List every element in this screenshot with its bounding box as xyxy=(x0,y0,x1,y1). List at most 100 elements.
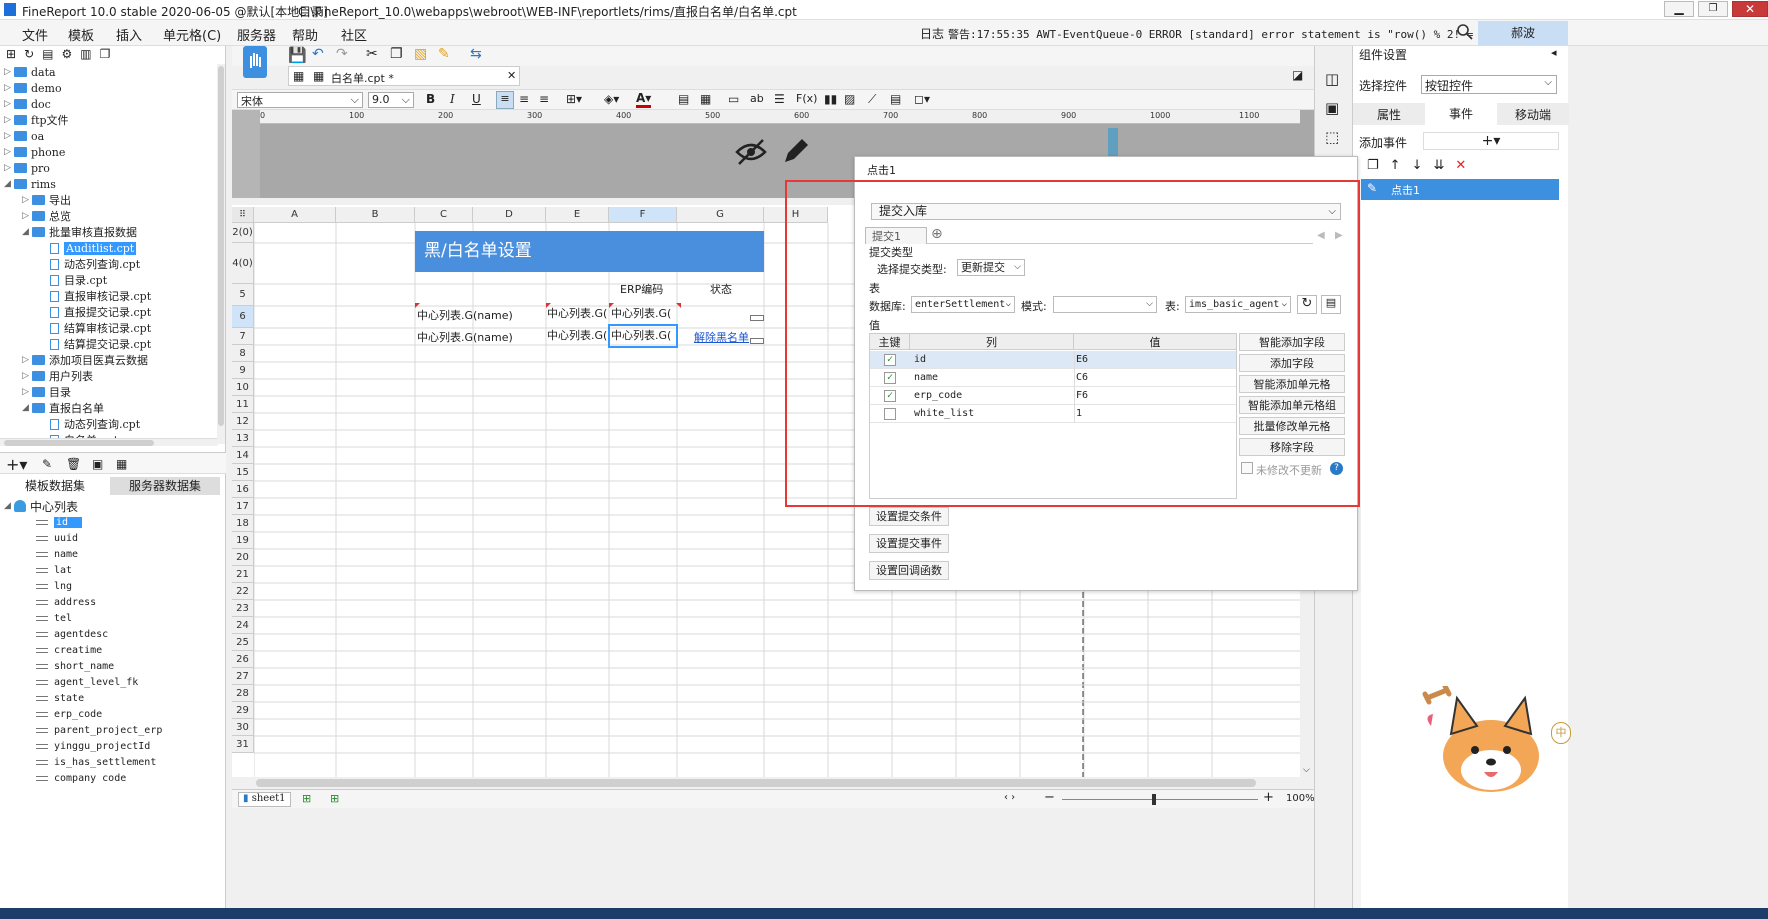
settings-icon[interactable]: ⚙ xyxy=(61,47,72,61)
dataset-field[interactable]: short_name xyxy=(36,658,114,674)
image-icon[interactable]: ▨ xyxy=(844,92,855,106)
copy-icon[interactable]: ❐ xyxy=(100,47,111,61)
tree-item[interactable]: Auditlist.cpt xyxy=(40,240,137,256)
preview-dataset-icon[interactable]: ▣ xyxy=(92,457,103,471)
format-painter-icon[interactable]: ✎ xyxy=(438,46,450,62)
tree-item[interactable]: 动态列查询.cpt xyxy=(40,256,140,272)
expand-icon[interactable]: ▷ xyxy=(22,355,32,365)
tab-server-dataset[interactable]: 服务器数据集 xyxy=(110,477,220,495)
dataset-field[interactable]: tel xyxy=(36,610,72,626)
add-event-button[interactable]: +▾ xyxy=(1423,132,1559,150)
close-window-button[interactable]: ✕ xyxy=(1732,1,1768,17)
swap-icon[interactable]: ⇆ xyxy=(470,46,482,62)
dataset-field[interactable]: agentdesc xyxy=(36,626,108,642)
cell-e6[interactable]: 中心列表.G(id) xyxy=(547,327,607,343)
align-center-icon[interactable]: ≡ xyxy=(519,92,529,106)
dataset-settings-icon[interactable]: ▦ xyxy=(116,457,127,471)
sheet-tab[interactable]: ▮ sheet1 xyxy=(238,792,291,807)
tree-item[interactable]: ▷ ftp文件 xyxy=(4,112,69,128)
expand-icon[interactable]: ▷ xyxy=(4,99,14,109)
paste-icon[interactable]: ▧ xyxy=(414,46,427,62)
row-header[interactable]: 28 xyxy=(232,685,254,702)
text-icon[interactable]: ab xyxy=(750,92,764,105)
control-type-select[interactable]: 按钮控件 ⌵ xyxy=(1421,75,1557,94)
italic-icon[interactable]: I xyxy=(450,92,455,106)
expand-icon[interactable]: ▷ xyxy=(4,83,14,93)
dataset-field[interactable]: lat xyxy=(36,562,72,578)
tree-item[interactable]: 直报审核记录.cpt xyxy=(40,288,151,304)
select-all-corner[interactable]: ⠿ xyxy=(232,207,254,223)
unblock-link-cell[interactable]: 解除黑名单 xyxy=(694,329,749,345)
collapse-icon[interactable]: ◢ xyxy=(4,179,14,189)
redo-icon[interactable]: ↷ xyxy=(336,46,348,62)
copy-event-icon[interactable]: ❐ xyxy=(1367,158,1379,173)
expand-icon[interactable]: ▷ xyxy=(22,387,32,397)
tree-item[interactable]: ▷ 导出 xyxy=(22,192,71,208)
row-header[interactable]: 19 xyxy=(232,532,254,549)
formula-icon[interactable]: F(x) xyxy=(796,92,817,105)
row-header[interactable]: 7 xyxy=(232,328,254,345)
chinese-input-icon[interactable]: 中 xyxy=(1551,722,1571,744)
dataset-root[interactable]: ◢ 中心列表 xyxy=(4,498,78,514)
text-field-icon[interactable]: ▭ xyxy=(728,92,739,106)
prev-sheet-icon[interactable]: ‹ › xyxy=(1004,792,1015,803)
zoom-slider[interactable] xyxy=(1062,799,1258,800)
zoom-slider-thumb[interactable] xyxy=(1152,794,1156,805)
tree-item[interactable]: 直报提交记录.cpt xyxy=(40,304,151,320)
dataset-field[interactable]: parent_project_erp xyxy=(36,722,162,738)
row-header[interactable]: 16 xyxy=(232,481,254,498)
tree-item[interactable]: ◢ rims xyxy=(4,176,56,192)
grid-hscrollbar[interactable] xyxy=(254,777,1314,789)
event-item[interactable]: ✎ 点击1 xyxy=(1361,179,1559,200)
menu-community[interactable]: 社区 xyxy=(341,25,367,44)
row-header[interactable]: 17 xyxy=(232,498,254,515)
tree-item[interactable]: ◢ 直报白名单 xyxy=(22,400,104,416)
panel-menu-icon[interactable]: ◂ xyxy=(1551,46,1557,59)
zoom-in-icon[interactable]: + xyxy=(1263,790,1274,805)
cell-c5[interactable]: 中心列表.G(name) xyxy=(417,307,542,323)
tree-item[interactable]: ▷ phone xyxy=(4,144,65,160)
sub-report-icon[interactable]: ▤ xyxy=(890,92,901,106)
row-header[interactable]: 12 xyxy=(232,413,254,430)
status-header-cell[interactable]: 状态 xyxy=(710,281,732,297)
zoom-out-icon[interactable]: − xyxy=(1044,790,1055,805)
tab-mobile[interactable]: 移动端 xyxy=(1497,106,1569,123)
add-sheet-icon[interactable]: ⊞ xyxy=(302,792,311,805)
tree-item[interactable]: ▷ oa xyxy=(4,128,44,144)
tree-item[interactable]: 目录.cpt xyxy=(40,272,107,288)
search-icon[interactable] xyxy=(1456,23,1474,41)
close-tab-icon[interactable]: ✕ xyxy=(507,69,516,82)
row-header[interactable]: 23 xyxy=(232,600,254,617)
tree-item[interactable]: ▷ 目录 xyxy=(22,384,71,400)
save-icon[interactable]: 💾 xyxy=(288,46,307,64)
tree-item[interactable]: 结算审核记录.cpt xyxy=(40,320,151,336)
row-header[interactable]: 27 xyxy=(232,668,254,685)
dataset-field[interactable]: address xyxy=(36,594,96,610)
slash-icon[interactable]: ⟋ xyxy=(868,92,876,107)
row-header[interactable]: 5 xyxy=(232,284,254,306)
dataset-field[interactable]: erp_code xyxy=(36,706,102,722)
refresh-icon[interactable]: ↻ xyxy=(24,47,34,61)
copy-cell-icon[interactable]: ❐ xyxy=(390,46,403,62)
rich-text-icon[interactable]: ☰ xyxy=(774,92,785,106)
expand-icon[interactable]: ▷ xyxy=(4,67,14,77)
undo-icon[interactable]: ↶ xyxy=(312,46,324,62)
tab-properties[interactable]: 属性 xyxy=(1353,106,1425,123)
cell-e5[interactable]: 中心列表.G(id) xyxy=(547,305,607,321)
hand-tool-icon[interactable] xyxy=(243,46,267,78)
row-header[interactable]: 26 xyxy=(232,651,254,668)
cell-attr-icon[interactable]: ◫ xyxy=(1325,70,1339,88)
tree-item[interactable]: ▷ doc xyxy=(4,96,51,112)
cell-c6[interactable]: 中心列表.G(name) xyxy=(417,329,542,345)
dataset-field[interactable]: name xyxy=(36,546,78,562)
tree-item[interactable]: 结算提交记录.cpt xyxy=(40,336,151,352)
align-left-icon[interactable]: ≡ xyxy=(496,91,514,109)
dataset-field[interactable]: company code xyxy=(36,770,126,786)
tree-item[interactable]: ▷ data xyxy=(4,64,56,80)
column-header[interactable]: B xyxy=(336,207,415,223)
menu-cell[interactable]: 单元格(C) xyxy=(163,25,221,44)
row-header[interactable]: 29 xyxy=(232,702,254,719)
log-warning[interactable]: 警告:17:55:35 AWT-EventQueue-0 ERROR [stan… xyxy=(948,26,1493,42)
restore-button[interactable]: ❐ xyxy=(1698,1,1728,17)
add-sheet-icon[interactable]: ⊞ xyxy=(330,792,339,805)
